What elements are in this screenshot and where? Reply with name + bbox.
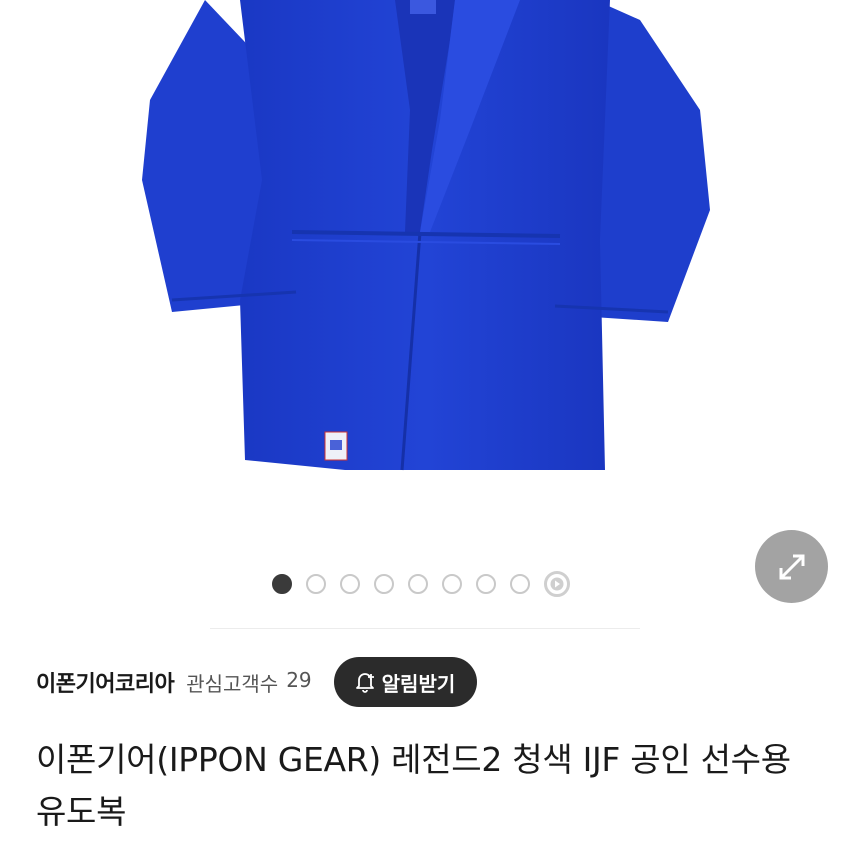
- seller-row: 이폰기어코리아 관심고객수 29 알림받기: [36, 656, 478, 708]
- pager-dot-5[interactable]: [408, 574, 428, 594]
- expand-arrows-icon: [779, 554, 804, 579]
- followers-label: 관심고객수: [186, 671, 279, 696]
- followers-count: 29: [286, 667, 312, 692]
- image-pager: [272, 571, 570, 597]
- pager-dot-1[interactable]: [272, 574, 292, 594]
- pager-dot-4[interactable]: [374, 574, 394, 594]
- pager-dot-8[interactable]: [510, 574, 530, 594]
- product-title: 이폰기어(IPPON GEAR) 레전드2 청색 IJF 공인 선수용 유도복: [36, 740, 791, 831]
- divider: [210, 628, 640, 629]
- pager-dot-6[interactable]: [442, 574, 462, 594]
- bell-plus-icon: [355, 673, 374, 693]
- pager-dot-3[interactable]: [340, 574, 360, 594]
- pager-dot-7[interactable]: [476, 574, 496, 594]
- play-icon: [550, 577, 564, 591]
- seller-name[interactable]: 이폰기어코리아: [36, 666, 175, 698]
- followers-info: 관심고객수 29: [186, 668, 311, 697]
- notify-button-label: 알림받기: [381, 671, 456, 696]
- pager-video-dot[interactable]: [544, 571, 570, 597]
- judo-gi-photo: [142, 0, 710, 471]
- notify-button[interactable]: 알림받기: [333, 657, 478, 707]
- pager-dot-2[interactable]: [306, 574, 326, 594]
- product-image[interactable]: [0, 0, 850, 560]
- expand-image-button[interactable]: [755, 530, 828, 603]
